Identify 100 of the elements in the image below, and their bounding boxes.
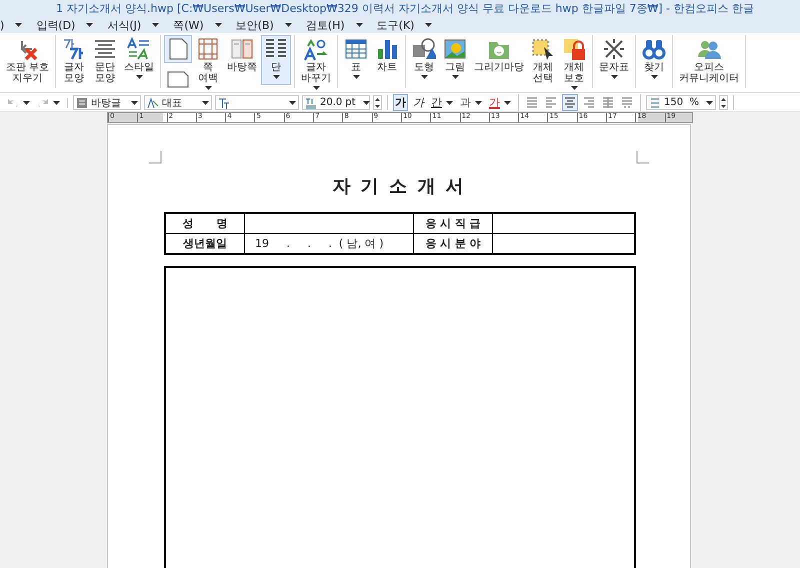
style-list-icon — [76, 96, 88, 108]
ribbon-button[interactable]: 표 — [341, 35, 372, 85]
dropdown-field[interactable]: 대표 — [144, 95, 212, 110]
ribbon-button[interactable]: 오피스 커뮤니케이터 — [676, 35, 742, 86]
undo-icon — [7, 98, 19, 108]
menu-item[interactable]: ) — [0, 18, 22, 32]
ribbon-button[interactable]: 그림 — [440, 35, 470, 85]
master-page-icon — [230, 37, 254, 61]
replace-text-icon — [304, 37, 328, 61]
format-button[interactable]: 과 — [458, 94, 484, 111]
up-down-icon — [721, 96, 726, 108]
spin-button[interactable] — [719, 95, 728, 110]
shapes-icon — [412, 37, 436, 61]
dropdown-field[interactable]: 150 % — [646, 95, 716, 110]
caret-icon — [420, 75, 428, 79]
caret-icon — [284, 23, 292, 27]
ribbon-button[interactable]: 조판 부호 지우기 — [3, 35, 52, 86]
caret-icon — [570, 86, 578, 90]
binoculars-icon — [642, 37, 666, 61]
corner-mark — [149, 151, 162, 164]
caret-icon — [131, 100, 138, 104]
unit-label: pt — [345, 97, 356, 108]
caret-icon — [204, 86, 212, 90]
label-cell: 성 명 — [165, 213, 244, 234]
ribbon-button[interactable]: 글자 모양 — [59, 35, 90, 86]
font-size-icon — [305, 96, 317, 108]
lock-icon — [562, 37, 586, 61]
window-title: 1 자기소개서 양식.hwp [C:₩Users₩User₩Desktop₩329 이력서 자기소개서 양식 무료 다운로드 hwp 한글파일 7종₩] - 한컴오피스 한글 — [56, 1, 754, 16]
caret-icon — [214, 23, 222, 27]
document-title: 자 기 소 개 서 — [331, 175, 467, 198]
redo-icon — [37, 98, 49, 108]
caret-icon — [425, 23, 432, 27]
menu-item[interactable]: 쪽(W) — [173, 18, 222, 32]
ribbon-button[interactable]: 그리기마당 — [471, 35, 528, 85]
ribbon-button[interactable]: 단 — [261, 35, 292, 85]
paragraph-icon — [93, 37, 118, 61]
ribbon-button[interactable]: 바탕쪽 — [224, 35, 260, 85]
up-down-icon — [375, 96, 380, 108]
page-layout-button[interactable] — [164, 35, 192, 63]
caret-icon — [86, 23, 94, 27]
split-align-icon — [621, 96, 633, 109]
menu-item[interactable]: 검토(H) — [306, 18, 363, 32]
select-object-icon — [531, 37, 556, 61]
format-button[interactable]: 가 — [393, 94, 408, 111]
align-button[interactable] — [600, 94, 616, 111]
caret-icon — [362, 100, 370, 104]
caret-icon — [53, 100, 60, 104]
symbol-icon — [602, 37, 626, 61]
dropdown-field[interactable]: 20.0 pt — [302, 95, 370, 110]
justify-align-icon — [526, 96, 538, 109]
format-button[interactable]: 가 — [487, 94, 513, 111]
caret-icon — [650, 75, 658, 79]
style-icon — [127, 37, 152, 61]
dropdown-field[interactable] — [215, 95, 299, 110]
ribbon-button[interactable]: 쪽 여백 — [193, 35, 224, 92]
bar-chart-icon — [375, 37, 400, 61]
caret-icon — [15, 23, 22, 27]
menu-item[interactable]: 도구(K) — [376, 18, 432, 32]
caret-icon — [610, 75, 618, 79]
margin-icon — [196, 37, 220, 61]
style-icon — [147, 96, 159, 108]
menu-item[interactable]: 보안(B) — [236, 18, 292, 32]
ribbon-button[interactable]: 문자표 — [596, 35, 632, 85]
right-align-icon — [583, 96, 595, 109]
unit-label: % — [689, 97, 699, 108]
caret-icon — [446, 100, 453, 104]
distribute-align-icon — [602, 96, 614, 109]
table-icon — [344, 37, 368, 61]
caret-icon — [202, 100, 209, 104]
center-align-icon — [564, 96, 576, 109]
ribbon-button[interactable]: 개체 보호 — [559, 35, 590, 92]
format-button[interactable]: 가 — [411, 94, 426, 111]
ribbon-button[interactable]: 찾기 — [639, 35, 670, 85]
ribbon-button[interactable]: 개체 선택 — [528, 35, 558, 86]
ribbon-button[interactable]: 도형 — [409, 35, 440, 85]
left-align-icon — [545, 96, 557, 109]
caret-icon — [452, 75, 459, 79]
align-button[interactable] — [562, 94, 578, 111]
menu-item[interactable]: 서식(J) — [107, 18, 160, 32]
line-spacing-icon — [649, 96, 661, 108]
label-cell: 응 시 직 급 — [414, 213, 492, 234]
format-button[interactable]: 간 — [429, 94, 455, 111]
caret-icon — [312, 86, 320, 90]
caret-icon — [356, 23, 363, 27]
caret-icon — [504, 100, 511, 104]
spin-button[interactable] — [373, 95, 382, 110]
image-icon — [443, 37, 468, 61]
ribbon-button[interactable]: 문단 모양 — [90, 35, 120, 86]
corner-mark — [636, 151, 649, 164]
dropdown-field[interactable]: 바탕글 — [73, 95, 141, 110]
ribbon-button[interactable]: 글자 바꾸기 — [298, 35, 334, 92]
menu-item[interactable]: 입력(D) — [36, 18, 94, 32]
ribbon-button[interactable]: 차트 — [372, 35, 402, 85]
caret-icon — [475, 100, 482, 104]
caret-icon — [136, 75, 143, 79]
caret-icon — [706, 100, 713, 104]
font-icon — [218, 96, 230, 108]
caret-icon — [152, 23, 160, 27]
caret-icon — [289, 100, 296, 104]
ribbon-button[interactable]: 스타일 — [121, 35, 158, 85]
